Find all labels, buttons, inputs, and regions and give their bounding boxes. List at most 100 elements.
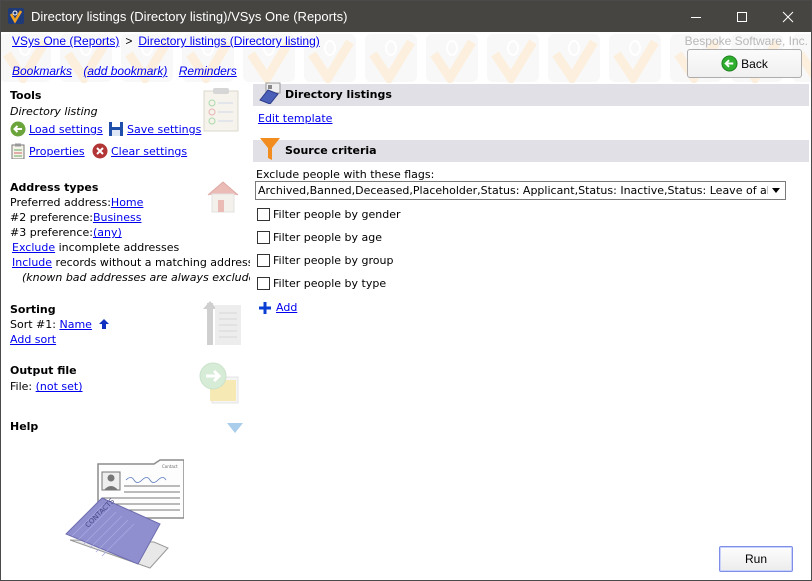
add-criteria-row: Add — [259, 301, 297, 314]
second-preference-label: #2 preference: — [10, 211, 93, 224]
directory-listings-header: Directory listings — [253, 82, 809, 106]
preferred-address-link[interactable]: Home — [111, 196, 143, 209]
directory-listings-title: Directory listings — [285, 88, 392, 101]
filter-gender-checkbox[interactable] — [257, 208, 270, 221]
tools-heading: Tools — [10, 89, 42, 102]
properties-clipboard-icon — [11, 143, 25, 159]
save-settings-link[interactable]: Save settings — [127, 123, 201, 136]
contacts-book-illustration: Contact CONTACTS — [65, 459, 184, 569]
help-expand-chevron-icon[interactable] — [227, 422, 243, 434]
include-row: Include records without a matching addre… — [12, 256, 254, 269]
left-panel: Tools Directory listing Load settings Sa… — [2, 83, 267, 580]
include-text: records without a matching address — [55, 256, 254, 269]
filter-type-row[interactable]: Filter people by type — [257, 277, 386, 290]
house-icon — [207, 181, 239, 213]
run-button[interactable]: Run — [719, 546, 793, 572]
tools-subtitle: Directory listing — [10, 105, 98, 118]
exclude-link[interactable]: Exclude — [12, 241, 55, 254]
load-settings-row: Load settings — [10, 121, 103, 137]
filter-type-checkbox[interactable] — [257, 277, 270, 290]
watermark-logo-icon — [363, 34, 419, 83]
filter-age-row[interactable]: Filter people by age — [257, 231, 382, 244]
address-types-heading: Address types — [10, 181, 99, 194]
filter-type-label: Filter people by type — [273, 277, 387, 290]
sorting-heading: Sorting — [10, 303, 56, 316]
preferred-address-row: Preferred address:Home — [10, 196, 143, 209]
app-window: Directory listings (Directory listing)/V… — [0, 0, 812, 581]
add-sort-link[interactable]: Add sort — [10, 333, 56, 346]
minimize-icon — [691, 16, 701, 18]
sort1-name-link[interactable]: Name — [59, 318, 91, 331]
filter-gender-label: Filter people by gender — [273, 208, 401, 221]
filter-gender-row[interactable]: Filter people by gender — [257, 208, 401, 221]
breadcrumb: VSys One (Reports) > Directory listings (D… — [12, 34, 320, 48]
exclude-row: Exclude incomplete addresses — [12, 241, 179, 254]
reminders-link[interactable]: Reminders — [179, 64, 237, 78]
properties-link[interactable]: Properties — [29, 145, 85, 158]
load-arrow-icon — [10, 121, 26, 137]
sort-ascending-arrow-icon[interactable] — [99, 319, 110, 329]
clear-settings-link[interactable]: Clear settings — [111, 145, 187, 158]
back-label: Back — [741, 56, 768, 71]
file-label: File: — [10, 380, 33, 393]
second-preference-row: #2 preference:Business — [10, 211, 141, 224]
window-title: Directory listings (Directory listing)/V… — [31, 9, 348, 24]
filter-age-label: Filter people by age — [273, 231, 383, 244]
company-name: Bespoke Software, Inc. — [684, 34, 808, 48]
source-criteria-header: Source criteria — [253, 138, 809, 162]
add-criteria-link[interactable]: Add — [276, 301, 297, 314]
filter-group-row[interactable]: Filter people by group — [257, 254, 393, 267]
maximize-icon — [737, 11, 747, 22]
filter-age-checkbox[interactable] — [257, 231, 270, 244]
second-preference-link[interactable]: Business — [93, 211, 142, 224]
breadcrumb-directory-link[interactable]: Directory listings (Directory listing) — [138, 34, 319, 48]
bookmarks-link[interactable]: Bookmarks — [12, 64, 72, 78]
edit-template-link[interactable]: Edit template — [258, 112, 332, 125]
watermark-logo-icon — [607, 34, 663, 83]
save-settings-row: Save settings — [108, 121, 201, 137]
preferred-address-label: Preferred address: — [10, 196, 111, 209]
help-heading: Help — [10, 420, 39, 433]
exclude-flags-value: Archived,Banned,Deceased,Placeholder,Sta… — [258, 184, 768, 197]
watermark-logo-icon — [485, 34, 541, 83]
directory-listings-icon — [259, 82, 281, 104]
exclude-flags-label: Exclude people with these flags: — [256, 168, 435, 181]
close-button[interactable] — [765, 1, 811, 32]
sort-list-icon — [203, 301, 241, 345]
third-preference-link[interactable]: (any) — [93, 226, 122, 239]
svg-text:Contact: Contact — [162, 464, 178, 469]
properties-row: Properties — [10, 143, 85, 159]
dropdown-arrow-icon[interactable] — [769, 184, 783, 197]
add-plus-icon[interactable] — [259, 301, 271, 314]
back-arrow-icon — [721, 55, 738, 72]
include-link[interactable]: Include — [12, 256, 52, 269]
exclude-flags-dropdown[interactable]: Archived,Banned,Deceased,Placeholder,Sta… — [255, 181, 786, 200]
source-criteria-title: Source criteria — [285, 144, 377, 157]
add-bookmark-link[interactable]: (add bookmark) — [83, 64, 167, 78]
minimize-button[interactable] — [673, 1, 719, 32]
maximize-button[interactable] — [719, 1, 765, 32]
sort1-row: Sort #1: Name — [10, 318, 110, 331]
exclude-text: incomplete addresses — [58, 241, 180, 254]
save-disk-icon — [109, 122, 123, 136]
close-icon — [782, 11, 794, 22]
right-panel: Directory listings Edit template Source … — [252, 82, 810, 580]
title-bar: Directory listings (Directory listing)/V… — [1, 1, 811, 32]
breadcrumb-separator: > — [125, 34, 133, 48]
run-label: Run — [744, 552, 767, 566]
output-file-row: File: (not set) — [10, 380, 83, 393]
breadcrumb-reports-link[interactable]: VSys One (Reports) — [12, 34, 119, 48]
watermark-logo-icon — [546, 34, 602, 83]
output-folder-icon — [199, 362, 239, 404]
filter-group-label: Filter people by group — [273, 254, 394, 267]
tools-clipboard-icon — [203, 88, 239, 132]
watermark-logo-icon — [424, 34, 480, 83]
back-button[interactable]: Back — [687, 49, 802, 78]
third-preference-label: #3 preference: — [10, 226, 93, 239]
filter-group-checkbox[interactable] — [257, 254, 270, 267]
clear-x-icon — [92, 143, 108, 159]
output-file-heading: Output file — [10, 364, 77, 377]
output-file-link[interactable]: (not set) — [36, 380, 83, 393]
add-sort-row: Add sort — [10, 333, 56, 346]
load-settings-link[interactable]: Load settings — [29, 123, 103, 136]
